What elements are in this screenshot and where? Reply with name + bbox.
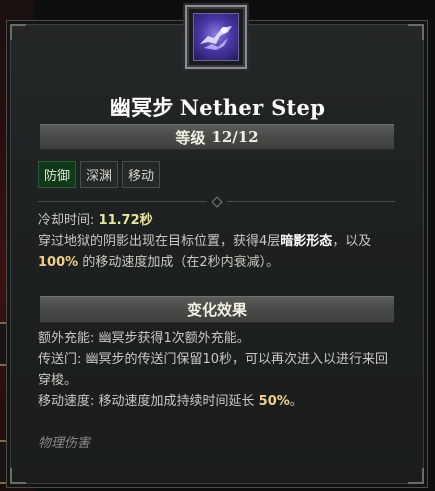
description-text: 的移动速度加成（在2秒内衰减）。	[82, 255, 280, 270]
modifiers-header: 变化效果	[186, 301, 247, 319]
modifiers-list: 额外充能: 幽冥步获得1次额外充能。 传送门: 幽冥步的传送门保留10秒，可以再…	[38, 328, 400, 412]
description-text: 穿过地狱的阴影出现在目标位置，获得4层	[38, 234, 281, 249]
duration-bonus-value: 50%	[258, 394, 290, 409]
damage-type: 物理伤害	[38, 436, 91, 451]
cooldown-label: 冷却时间:	[38, 213, 95, 228]
skill-description: 穿过地狱的阴影出现在目标位置，获得4层暗影形态，以及 100% 的移动速度加成（…	[38, 231, 400, 273]
skill-title-cn: 幽冥步	[109, 95, 174, 120]
tag-defensive: 防御	[38, 161, 77, 188]
modifier-text: 。	[289, 394, 303, 409]
nether-step-icon	[193, 13, 239, 61]
modifier-portal: 传送门: 幽冥步的传送门保留10秒，可以再次进入以进行来回穿梭。	[38, 352, 389, 388]
skill-title-en: Nether Step	[179, 95, 326, 120]
skill-title: 幽冥步 Nether Step	[0, 92, 435, 122]
level-value: 12/12	[211, 128, 259, 146]
modifiers-banner: 变化效果	[40, 296, 394, 323]
frame-corner	[10, 24, 26, 40]
level-label: 等级	[175, 128, 206, 147]
frame-corner	[10, 468, 26, 484]
tag-movement: 移动	[122, 161, 161, 188]
keyword-shadow-form: 暗影形态	[280, 234, 333, 249]
frame-corner	[408, 24, 424, 40]
speed-bonus-value: 100%	[38, 255, 79, 270]
tag-abyss: 深渊	[80, 161, 119, 188]
modifier-move-speed: 移动速度: 移动速度加成持续时间延长 50%。	[38, 391, 400, 412]
description-text: ，以及	[332, 234, 372, 249]
cooldown-value: 11.72秒	[98, 213, 153, 228]
modifier-extra-charge: 额外充能: 幽冥步获得1次额外充能。	[38, 331, 250, 346]
skill-tags: 防御 深渊 移动	[38, 161, 161, 188]
section-divider	[38, 196, 395, 208]
cooldown-line: 冷却时间: 11.72秒	[38, 210, 400, 231]
skill-icon-frame	[185, 5, 247, 69]
modifier-text: 移动速度: 移动速度加成持续时间延长	[38, 394, 259, 409]
frame-corner	[408, 468, 424, 484]
level-banner: 等级 12/12	[40, 124, 394, 150]
